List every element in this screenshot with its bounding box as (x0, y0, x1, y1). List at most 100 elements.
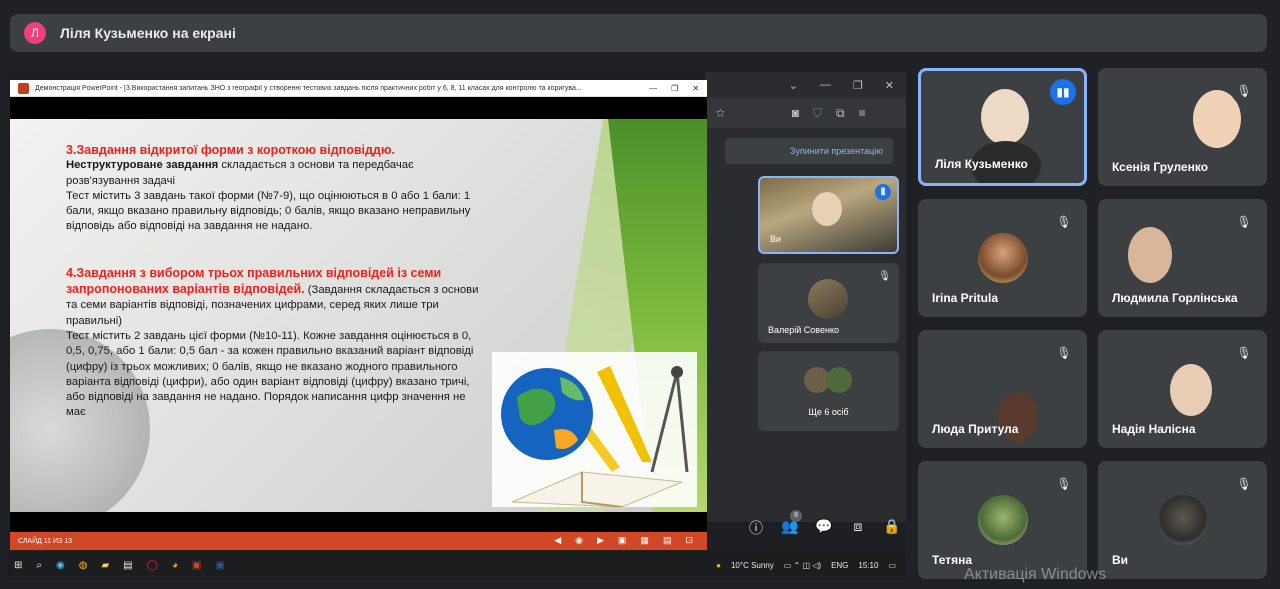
minimize-icon[interactable]: — (649, 84, 657, 93)
menu-icon[interactable]: ◉ (575, 535, 583, 546)
participant-tile-irina[interactable]: 🎙 Irina Pritula (918, 199, 1087, 317)
folder-icon[interactable]: ▰ (101, 560, 109, 571)
slide-paragraph: Неструктуроване завдання складається з о… (66, 158, 486, 189)
slide-paragraph: Тест містить 2 завдань цієї форми (№10-1… (66, 329, 474, 419)
participant-name: Людмила Горлінська (1112, 291, 1238, 305)
slide: 3.Завдання відкритої форми з короткою ві… (10, 119, 707, 512)
prev-slide-icon[interactable]: ◀ (554, 535, 561, 546)
mic-off-icon: 🎙 (878, 271, 891, 282)
participant-tile-lilia[interactable]: ▮▮ Ліля Кузьменко (918, 68, 1087, 186)
more-people-label: Ще 6 осіб (808, 407, 849, 417)
windows-start-icon[interactable]: ⊞ (14, 560, 22, 571)
avatar (978, 233, 1028, 283)
firefox-icon[interactable]: ◕ (172, 560, 178, 571)
participant-tile-self[interactable]: 🎙 Ви (1098, 461, 1267, 579)
slide-text: 3.Завдання відкритої форми з короткою ві… (66, 143, 486, 421)
mini-tile-self[interactable]: ▮ Ви (758, 176, 899, 254)
edge-icon[interactable]: ◉ (56, 560, 65, 571)
restore-icon[interactable]: ❐ (853, 79, 863, 92)
participant-tile-liudmyla[interactable]: 🎙 Людмила Горлінська (1098, 199, 1267, 317)
participant-face (1170, 364, 1212, 416)
close-icon[interactable]: ✕ (885, 79, 894, 92)
lock-icon[interactable]: 🔒 (882, 518, 902, 538)
close-icon[interactable]: ✕ (692, 84, 699, 93)
chat-icon[interactable]: 💬 (814, 518, 834, 538)
slide-bold-text: Неструктуроване завдання (66, 159, 219, 172)
stop-presenting-button[interactable]: Зупинити презентацію (725, 138, 893, 164)
meet-controls: ⓘ 👥 9 💬 ⧈ 🔒 (746, 510, 902, 538)
mic-off-icon: 🎙 (1231, 209, 1257, 235)
participant-name: Люда Притула (932, 422, 1019, 436)
mini-tile-valerii[interactable]: 🎙 Валерій Совенко (758, 263, 899, 343)
weather-text[interactable]: 10°C Sunny (731, 561, 774, 570)
participant-face (812, 192, 842, 226)
mic-off-icon: 🎙 (1231, 340, 1257, 366)
participant-face (981, 89, 1029, 145)
powerpoint-window: Демонстрація PowerPoint - [3.Використанн… (10, 80, 707, 550)
minimize-icon[interactable]: — (820, 79, 831, 91)
participant-tile-nadiia[interactable]: 🎙 Надія Налісна (1098, 330, 1267, 448)
participant-tile-tetiana[interactable]: 🎙 Тетяна (918, 461, 1087, 579)
store-icon[interactable]: ▤ (123, 560, 132, 571)
star-icon[interactable]: ☆ (715, 106, 726, 120)
mini-tile-more[interactable]: Ще 6 осіб (758, 351, 899, 431)
presenting-text: Ліля Кузьменко на екрані (60, 25, 236, 41)
globe-book-illustration (492, 352, 697, 507)
mic-off-icon: 🎙 (1051, 209, 1077, 235)
shield-icon[interactable]: ⛉ (813, 106, 822, 121)
word-taskbar-icon[interactable]: ▣ (215, 560, 224, 571)
participant-tile-liuda[interactable]: 🎙 Люда Притула (918, 330, 1087, 448)
slide-paragraph: Тест містить 3 завдань такої форми (№7-9… (66, 189, 471, 233)
slide-paragraph: 4.Завдання з вибором трьох правильних ві… (66, 266, 486, 329)
avatar (826, 367, 852, 393)
browser-window: ⌄ — ❐ ✕ ☆ ◙ ⛉ ⧉ ≡ Зупинити презентацію ▮… (705, 72, 906, 522)
ppt-statusbar: СЛАЙД 11 ИЗ 13 ◀ ◉ ▶ ▣ ▦ ▤ ⊡ (10, 532, 707, 550)
participant-face (1128, 227, 1172, 283)
mini-tile-name: Ви (770, 234, 782, 244)
avatar (1158, 495, 1208, 545)
letterbox-top (10, 97, 707, 119)
search-icon[interactable]: ⌕ (36, 560, 42, 571)
reading-view-icon[interactable]: ▤ (663, 535, 672, 546)
meet-window: Л Ліля Кузьменко на екрані ⌄ — ❐ ✕ ☆ ◙ ⛉… (0, 0, 1280, 589)
mic-off-icon: 🎙 (1231, 78, 1257, 104)
participant-name: Надія Налісна (1112, 422, 1196, 436)
opera-icon[interactable]: ◯ (147, 560, 158, 571)
participant-name: Тетяна (932, 553, 973, 567)
slide-counter: СЛАЙД 11 ИЗ 13 (18, 537, 73, 545)
restore-icon[interactable]: ❐ (671, 84, 678, 93)
shared-screen: ⌄ — ❐ ✕ ☆ ◙ ⛉ ⧉ ≡ Зупинити презентацію ▮… (8, 72, 906, 580)
next-slide-icon[interactable]: ▶ (597, 535, 604, 546)
clock[interactable]: 15:10 (858, 561, 878, 570)
avatar (978, 495, 1028, 545)
activities-icon[interactable]: ⧈ (848, 518, 868, 538)
people-count-badge: 9 (790, 510, 802, 522)
slide-sorter-icon[interactable]: ▦ (640, 535, 649, 546)
chevron-down-icon[interactable]: ⌄ (789, 79, 798, 92)
mic-off-icon: 🎙 (1231, 471, 1257, 497)
slide-heading-3: 3.Завдання відкритої форми з короткою ві… (66, 143, 395, 157)
avatar (808, 279, 848, 319)
extension-icon[interactable]: ⧉ (836, 106, 845, 121)
system-tray: ● 10°C Sunny ▭ ⌃ ◫ ◁) ENG 15:10 ▭ (716, 561, 896, 570)
slideshow-icon[interactable]: ⊡ (685, 535, 693, 546)
windows-taskbar: ⊞ ⌕ ◉ ◍ ▰ ▤ ◯ ◕ ▣ ▣ ● 10°C Sunny ▭ ⌃ ◫ ◁… (8, 554, 906, 576)
powerpoint-icon (18, 82, 29, 94)
normal-view-icon[interactable]: ▣ (618, 535, 627, 546)
speaking-icon: ▮ (875, 184, 891, 200)
powerpoint-taskbar-icon[interactable]: ▣ (192, 560, 201, 571)
weather-icon[interactable]: ● (716, 561, 721, 570)
language-indicator[interactable]: ENG (831, 561, 848, 570)
participant-tile-ksenia[interactable]: 🎙 Ксенія Груленко (1098, 68, 1267, 186)
ppt-titlebar: Демонстрація PowerPoint - [3.Використанн… (10, 80, 707, 97)
notifications-icon[interactable]: ▭ (888, 561, 896, 570)
presenter-avatar: Л (24, 22, 46, 44)
info-icon[interactable]: ⓘ (746, 518, 766, 538)
chrome-icon[interactable]: ◍ (79, 560, 88, 571)
pocket-icon[interactable]: ◙ (792, 106, 799, 120)
mic-off-icon: 🎙 (1051, 340, 1077, 366)
participant-name: Ви (1112, 553, 1129, 567)
menu-icon[interactable]: ≡ (859, 106, 866, 120)
mic-off-icon: 🎙 (1051, 471, 1077, 497)
tray-icons[interactable]: ▭ ⌃ ◫ ◁) (784, 561, 821, 570)
